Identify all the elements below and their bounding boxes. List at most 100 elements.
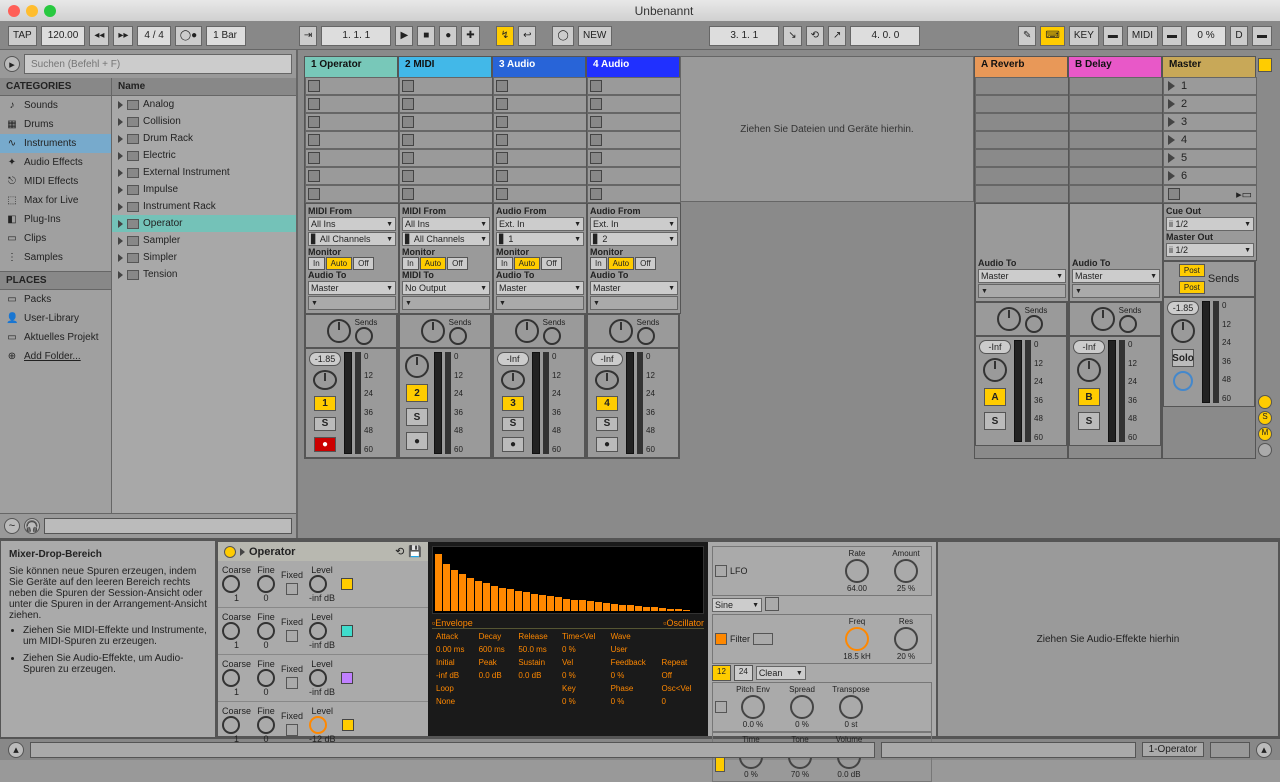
browser-item-simpler[interactable]: Simpler [112,249,296,266]
track-header-2-MIDI[interactable]: 2 MIDI [399,57,491,77]
stop-icon[interactable] [308,188,320,200]
harmonic-bar[interactable] [555,597,562,611]
filter-type-select[interactable]: Clean [756,666,806,680]
metronome-button[interactable]: ◯● [175,26,202,46]
track-header-1-Operator[interactable]: 1 Operator [305,57,397,77]
master-out-select[interactable]: ii 1/2 [1166,243,1254,257]
fixed-button[interactable] [286,630,298,642]
track-activator-button[interactable]: B [1078,388,1100,406]
harmonic-bar[interactable] [523,592,530,611]
harmonic-bar[interactable] [643,607,650,611]
env-cell[interactable]: 0 % [560,696,607,707]
clip-slot[interactable] [493,167,587,185]
stop-clip-icon[interactable] [308,134,320,146]
harmonic-bar[interactable] [659,608,666,611]
harmonic-bar[interactable] [619,605,626,611]
song-position[interactable]: 1. 1. 1 [321,26,391,46]
clip-slot[interactable] [587,167,681,185]
monitor-in-button[interactable]: In [402,257,419,270]
env-cell[interactable]: Off [659,670,702,681]
env-cell[interactable] [477,696,515,707]
clip-slot[interactable] [399,113,493,131]
volume-value[interactable]: -Inf [1073,340,1105,354]
env-cell[interactable]: 0.0 dB [516,670,558,681]
stop-clip-icon[interactable] [590,170,602,182]
place-packs[interactable]: ▭Packs [0,290,111,309]
env-cell[interactable]: 0.00 ms [434,644,475,655]
stop-icon[interactable] [402,188,414,200]
stop-clip-icon[interactable] [590,116,602,128]
harmonic-bar[interactable] [667,609,674,611]
browser-item-impulse[interactable]: Impulse [112,181,296,198]
monitor-auto-button[interactable]: Auto [514,257,540,270]
arm-button[interactable]: ● [314,437,336,452]
harmonic-bar[interactable] [603,603,610,611]
lfo-retrig-button[interactable] [765,597,779,611]
returns-toggle[interactable]: S [1258,411,1272,425]
solo-button[interactable]: S [1078,412,1100,430]
place-add-folder---[interactable]: ⊕Add Folder... [0,347,111,366]
browser-item-external-instrument[interactable]: External Instrument [112,164,296,181]
headphone-icon[interactable]: 🎧 [24,518,40,534]
follow-button[interactable]: ⇥ [299,26,317,46]
track-activator-button[interactable]: A [984,388,1006,406]
browser-item-collision[interactable]: Collision [112,113,296,130]
track-activator-button[interactable]: 1 [314,396,336,411]
harmonic-bar[interactable] [635,606,642,611]
clip-slot[interactable] [399,149,493,167]
punch-in-button[interactable]: ↘ [783,26,801,46]
env-cell[interactable]: Wave [609,631,658,642]
harmonic-bar[interactable] [595,602,602,611]
harmonic-bar[interactable] [459,574,466,611]
scene-select-icon[interactable]: ▸▭ [1236,188,1252,201]
env-cell[interactable]: Phase [609,683,658,694]
device-on-button[interactable] [224,546,236,558]
expand-icon[interactable] [118,271,123,279]
send-b-knob[interactable] [543,327,561,345]
clip-slot[interactable] [305,167,399,185]
transpose-knob[interactable] [839,695,863,719]
volume-fader[interactable] [626,352,634,454]
spread-knob[interactable] [790,695,814,719]
harmonic-bar[interactable] [435,554,442,611]
output-select[interactable]: Master [1072,269,1160,283]
harmonic-bar[interactable] [571,600,578,611]
monitor-off-button[interactable]: Off [541,257,562,270]
browser-toggle-icon[interactable]: ▸ [4,56,20,72]
input-type-select[interactable]: Ext. In [496,217,584,231]
env-cell[interactable]: Vel [560,657,607,668]
computer-midi-keyboard-button[interactable]: ⌨ [1040,26,1064,46]
coarse-knob[interactable] [222,669,240,687]
harmonic-bar[interactable] [507,589,514,611]
stop-clip-icon[interactable] [402,134,414,146]
clip-slot[interactable] [305,95,399,113]
midi-map-button[interactable]: MIDI [1127,26,1158,46]
env-cell[interactable]: 0.0 dB [477,670,515,681]
output-select[interactable]: Master [978,269,1066,283]
loop-button[interactable]: ⟲ [806,26,824,46]
search-input[interactable] [24,54,292,74]
detail-toggle-left[interactable]: ▴ [8,742,24,758]
stop-clip-icon[interactable] [496,80,508,92]
nudge-down-button[interactable]: ◂◂ [89,26,109,46]
stop-icon[interactable] [496,188,508,200]
stop-clip-icon[interactable] [590,98,602,110]
loop-start[interactable]: 3. 1. 1 [709,26,779,46]
monitor-auto-button[interactable]: Auto [326,257,352,270]
expand-icon[interactable] [118,254,123,262]
output-sub-select[interactable] [496,296,584,310]
category-clips[interactable]: ▭Clips [0,229,111,248]
mixer-toggle[interactable]: M [1258,427,1272,441]
browser-item-instrument-rack[interactable]: Instrument Rack [112,198,296,215]
category-sounds[interactable]: ♪Sounds [0,96,111,115]
send-b-knob[interactable] [1119,315,1137,333]
coarse-knob[interactable] [222,622,240,640]
scene-4[interactable]: 4 [1163,131,1257,149]
harmonic-bar[interactable] [683,610,690,611]
stop-clip-icon[interactable] [402,170,414,182]
scene-launch-icon[interactable] [1168,81,1175,91]
capture-button[interactable]: NEW [578,26,612,46]
drop-area[interactable]: Ziehen Sie Dateien und Geräte hierhin. [680,56,974,202]
overload-indicator[interactable]: D [1230,26,1248,46]
stop-clip-icon[interactable] [308,80,320,92]
